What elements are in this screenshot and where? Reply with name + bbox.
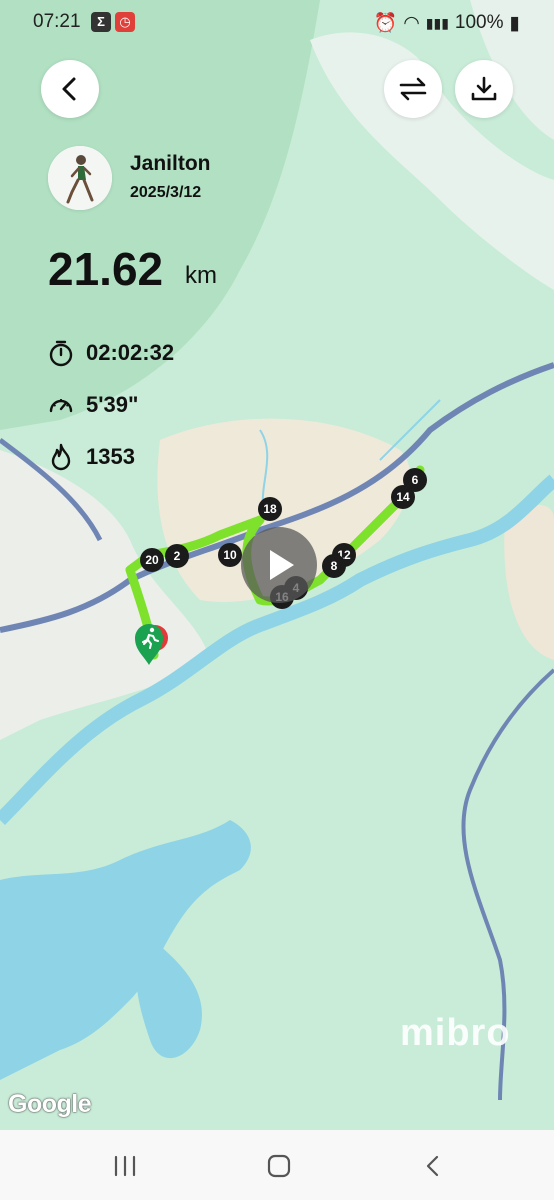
stopwatch-icon (49, 340, 73, 367)
runner-photo-icon (48, 146, 112, 210)
svg-text:8: 8 (331, 559, 338, 573)
download-icon (471, 76, 497, 101)
duration-value: 02:02:32 (86, 340, 175, 365)
recent-apps-icon[interactable] (113, 1155, 137, 1177)
km-marker-18: 18 (258, 497, 282, 521)
battery-text: 100% (454, 12, 504, 33)
distance-unit: km (185, 262, 217, 289)
status-time: 07:21 (33, 11, 81, 32)
back-nav-icon[interactable] (424, 1154, 442, 1178)
status-bar: 07:21 Σ ◷ ⏰ ◠ ▮▮▮ 100% ▮ (0, 0, 554, 44)
system-nav-bar (0, 1130, 554, 1200)
svg-text:20: 20 (145, 553, 159, 567)
pace-value: 5'39" (86, 392, 139, 417)
km-marker-20: 20 (140, 548, 164, 572)
battery-icon: ▮ (509, 12, 520, 34)
svg-text:10: 10 (223, 548, 237, 562)
swap-arrows-icon (399, 77, 427, 101)
km-marker-6: 6 (403, 468, 427, 492)
clock-app-icon: ◷ (115, 12, 135, 32)
avatar[interactable] (48, 146, 112, 210)
speedometer-icon (49, 399, 73, 413)
back-button[interactable] (41, 60, 99, 118)
signal-icon: ▮▮▮ (425, 14, 449, 31)
svg-text:2: 2 (174, 549, 181, 563)
calories-stat: 1353 (48, 443, 135, 471)
flame-icon (51, 443, 71, 471)
activity-date: 2025/3/12 (130, 184, 202, 201)
user-name: Janilton (130, 152, 211, 175)
duration-stat: 02:02:32 (48, 339, 174, 367)
google-watermark: Google (8, 1090, 92, 1118)
mibro-logo: mibro (400, 1012, 511, 1054)
distance-value: 21.62 (48, 243, 164, 295)
swap-button[interactable] (384, 60, 442, 118)
chevron-left-icon (62, 77, 76, 101)
download-button[interactable] (455, 60, 513, 118)
km-marker-8: 8 (322, 554, 346, 578)
alarm-icon: ⏰ (373, 13, 398, 34)
km-marker-10: 10 (218, 543, 242, 567)
svg-text:6: 6 (412, 473, 419, 487)
play-button[interactable] (241, 527, 317, 603)
svg-text:14: 14 (396, 490, 410, 504)
wifi-icon: ◠ (403, 12, 420, 34)
home-icon[interactable] (267, 1154, 291, 1178)
km-marker-2: 2 (165, 544, 189, 568)
sigma-app-icon: Σ (91, 12, 111, 32)
calories-value: 1353 (86, 444, 135, 469)
svg-text:18: 18 (263, 502, 277, 516)
pace-stat: 5'39" (48, 392, 138, 418)
